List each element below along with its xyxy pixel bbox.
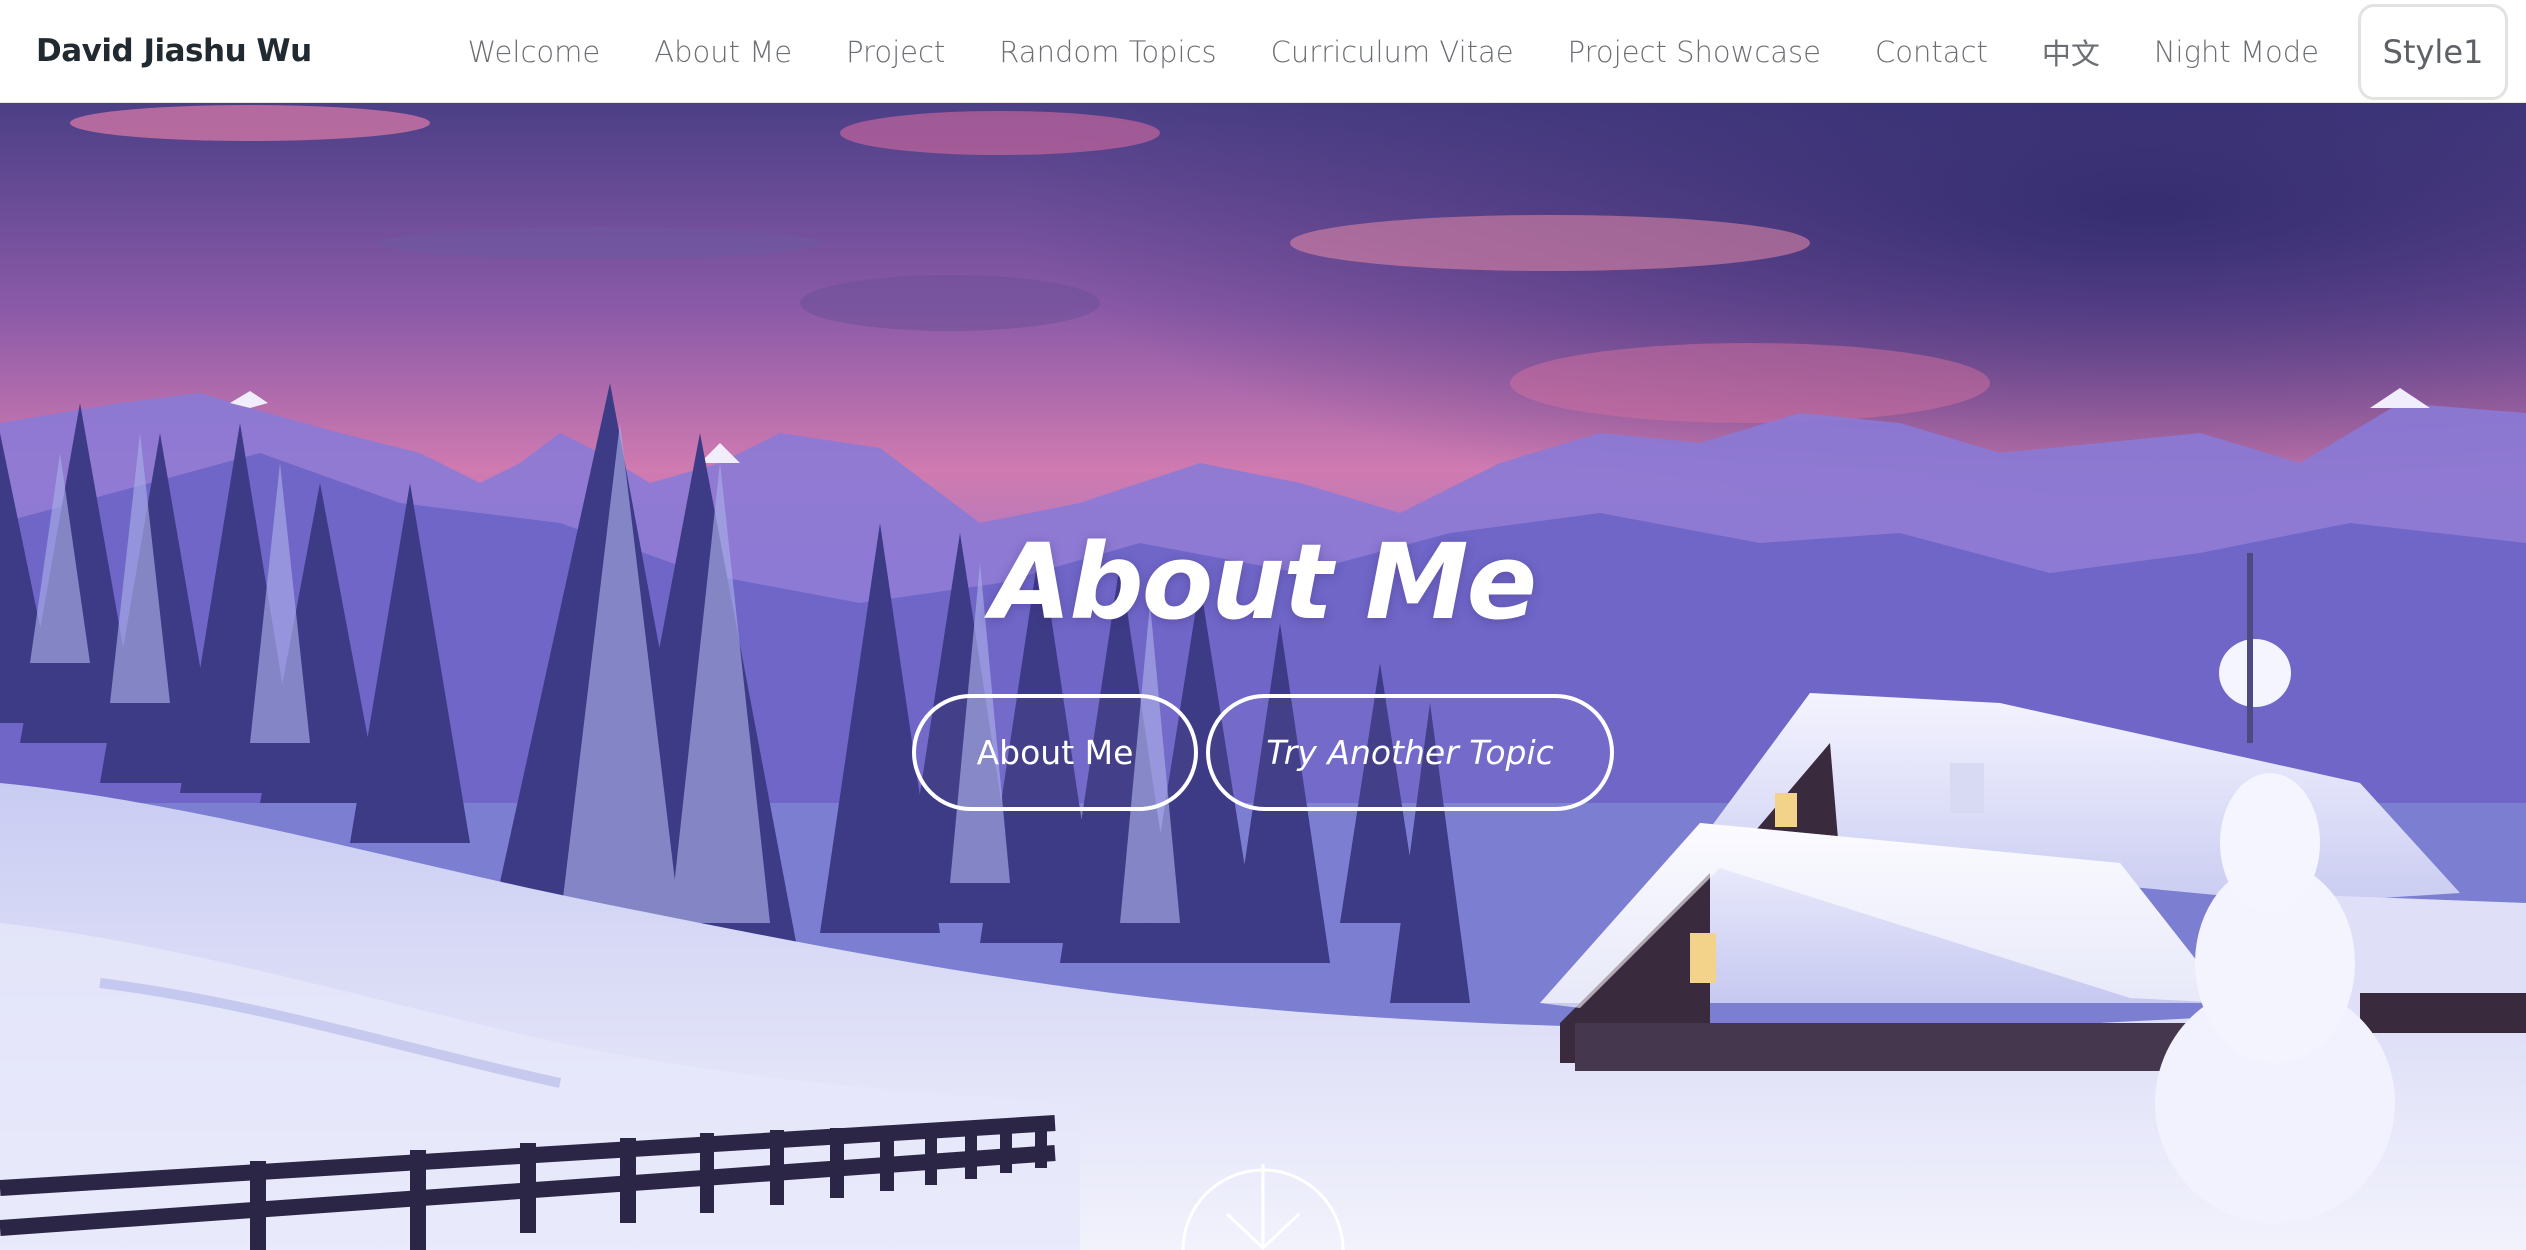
nav-random-topics[interactable]: Random Topics: [972, 35, 1243, 69]
style-switch-button[interactable]: Style1: [2358, 3, 2508, 100]
nav-project-showcase[interactable]: Project Showcase: [1541, 35, 1848, 69]
nav-night-mode[interactable]: Night Mode: [2127, 35, 2346, 69]
winter-landscape-background: [0, 103, 2526, 1250]
hero-title: About Me: [990, 521, 1537, 643]
nav-contact[interactable]: Contact: [1848, 35, 2015, 69]
try-another-topic-button[interactable]: Try Another Topic: [1206, 694, 1614, 811]
nav-project[interactable]: Project: [819, 35, 972, 69]
nav-about-me[interactable]: About Me: [627, 35, 819, 69]
nav-chinese-language[interactable]: 中文: [2015, 31, 2127, 73]
hero-section: About Me About Me Try Another Topic: [0, 103, 2526, 1250]
arrow-down-circle-icon[interactable]: [1175, 1138, 1351, 1250]
about-me-button[interactable]: About Me: [912, 694, 1198, 811]
nav-curriculum-vitae[interactable]: Curriculum Vitae: [1244, 35, 1541, 69]
nav-welcome[interactable]: Welcome: [441, 35, 628, 69]
top-navbar: David Jiashu Wu Welcome About Me Project…: [0, 0, 2526, 103]
brand-name[interactable]: David Jiashu Wu: [36, 0, 312, 103]
main-nav: Welcome About Me Project Random Topics C…: [441, 0, 2508, 103]
